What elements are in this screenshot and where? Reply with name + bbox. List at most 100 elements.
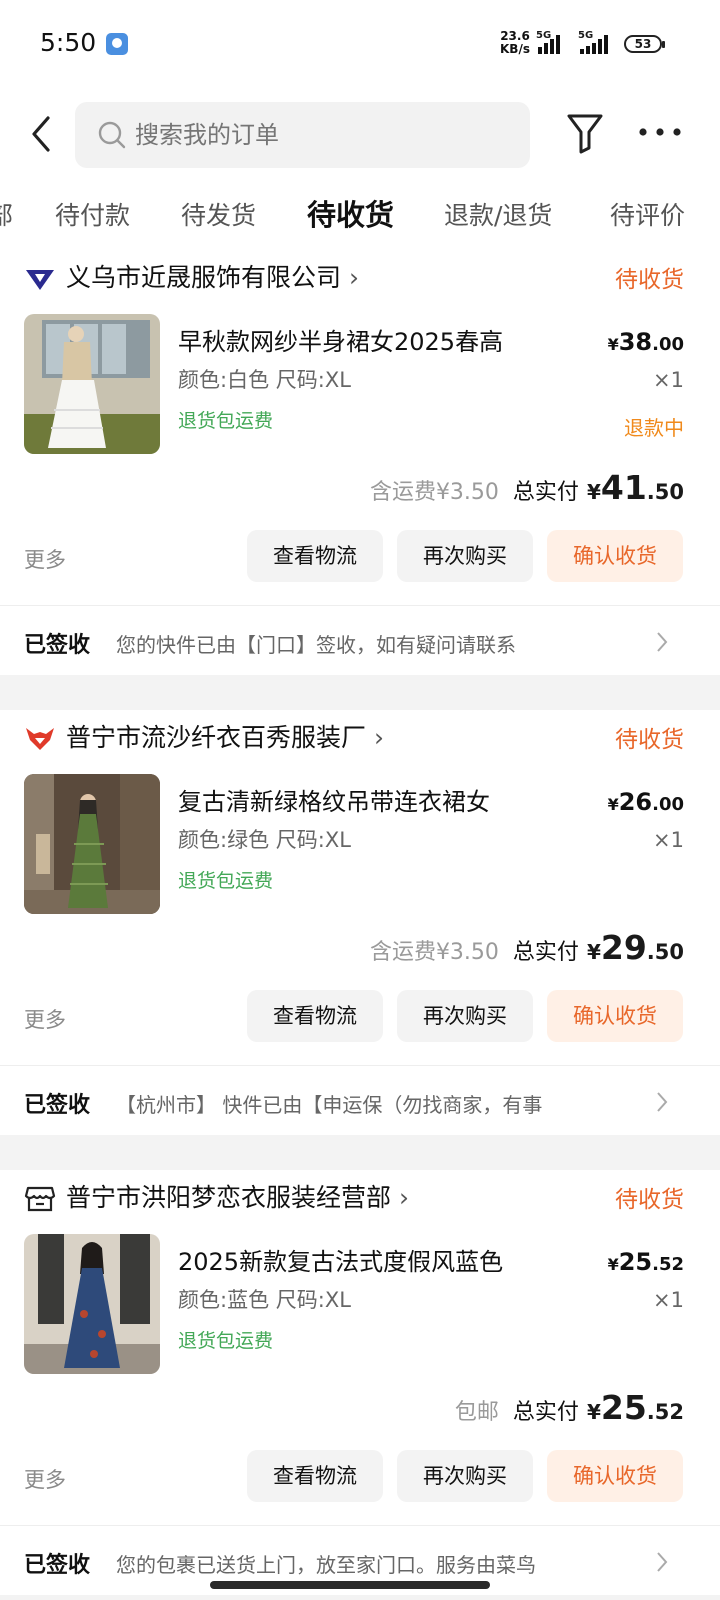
total-currency: ¥ (586, 1400, 601, 1424)
shop-name-text: 普宁市洪阳梦恋衣服装经营部 (66, 1183, 392, 1212)
more-link[interactable]: 更多 (24, 1464, 66, 1494)
quantity: ×1 (653, 368, 684, 392)
price-decimal: .00 (652, 334, 684, 355)
search-input[interactable] (135, 102, 515, 168)
return-shipping-badge: 退货包运费 (178, 870, 274, 892)
product-spec: 颜色:白色 尺码:XL (178, 368, 351, 392)
price-currency: ¥ (607, 1255, 619, 1274)
total-label: 总实付 (512, 1400, 579, 1425)
confirm-receipt-button[interactable]: 确认收货 (547, 1450, 683, 1502)
unit-price: ¥38.00 (608, 328, 684, 356)
search-icon (98, 121, 126, 149)
network-speed-unit: KB/s (500, 42, 530, 56)
product-title[interactable]: 2025新款复古法式度假风蓝色 (178, 1242, 503, 1277)
shop-name-text: 普宁市流沙纤衣百秀服装厂 (66, 723, 367, 752)
logistics-status: 已签收 (24, 1093, 91, 1118)
return-shipping-badge: 退货包运费 (178, 1330, 274, 1352)
buy-again-button[interactable]: 再次购买 (397, 530, 533, 582)
price-decimal: .52 (652, 1254, 684, 1275)
price-currency: ¥ (607, 795, 619, 814)
shipping-fee: 含运费¥3.50 (369, 480, 499, 505)
unit-price: ¥25.52 (608, 1248, 684, 1276)
total-integer: 29 (600, 928, 647, 967)
logistics-row[interactable]: 已签收 【杭州市】 快件已由【申运保（勿找商家，有事 (0, 1065, 720, 1135)
logistics-message: 【杭州市】 快件已由【申运保（勿找商家，有事 (116, 1093, 543, 1117)
view-logistics-button[interactable]: 查看物流 (247, 530, 383, 582)
total-row: 包邮 总实付 ¥ 25 .52 (455, 1388, 684, 1427)
chevron-right-icon: › (348, 263, 359, 292)
buy-again-button[interactable]: 再次购买 (397, 990, 533, 1042)
order-status: 待收货 (615, 727, 684, 753)
product-title[interactable]: 复古清新绿格纹吊带连衣裙女 (178, 782, 490, 817)
shop-name: 普宁市洪阳梦恋衣服装经营部 › (66, 1178, 409, 1214)
signal-icon-2: 5G (578, 30, 608, 54)
tab-pending-shipment[interactable]: 待发货 (181, 196, 256, 232)
status-time: 5:50 (40, 28, 97, 57)
chevron-right-icon (657, 1092, 668, 1112)
logistics-message: 您的包裹已送货上门，放至家门口。服务由菜鸟 (116, 1553, 536, 1577)
confirm-receipt-button[interactable]: 确认收货 (547, 530, 683, 582)
total-row: 含运费¥3.50 总实付 ¥ 41 .50 (370, 468, 684, 507)
more-link[interactable]: 更多 (24, 1004, 66, 1034)
logistics-status: 已签收 (24, 633, 91, 658)
tab-pending-review[interactable]: 待评价 (610, 196, 685, 232)
tab-refund-return[interactable]: 退款/退货 (444, 196, 552, 232)
return-shipping-badge: 退货包运费 (178, 410, 274, 432)
total-label: 总实付 (512, 480, 579, 505)
more-options-icon[interactable] (638, 126, 682, 138)
tab-all[interactable]: 部 (0, 196, 13, 232)
chevron-right-icon: › (373, 723, 384, 752)
chevron-right-icon (657, 632, 668, 652)
shipping-fee: 包邮 (454, 1400, 499, 1425)
search-box[interactable] (75, 102, 530, 168)
product-thumbnail[interactable] (24, 1234, 160, 1374)
home-indicator[interactable] (210, 1581, 490, 1589)
product-thumbnail[interactable] (24, 314, 160, 454)
unit-price: ¥26.00 (608, 788, 684, 816)
shop-name: 义乌市近晟服饰有限公司 › (66, 258, 359, 294)
total-integer: 25 (600, 1388, 647, 1427)
chevron-right-icon (657, 1552, 668, 1572)
order-status: 待收货 (615, 267, 684, 293)
more-link[interactable]: 更多 (24, 544, 66, 574)
network-type-1: 5G (536, 30, 552, 41)
tab-pending-receipt[interactable]: 待收货 (307, 192, 394, 234)
shop-name-text: 义乌市近晟服饰有限公司 (66, 263, 342, 292)
total-decimal: .50 (646, 940, 684, 964)
quantity: ×1 (653, 1288, 684, 1312)
product-title[interactable]: 早秋款网纱半身裙女2025春高 (178, 322, 503, 357)
back-arrow-icon[interactable] (28, 114, 58, 154)
network-speed: 23.6 KB/s (500, 30, 530, 56)
buy-again-button[interactable]: 再次购买 (397, 1450, 533, 1502)
shop-row[interactable]: 普宁市洪阳梦恋衣服装经营部 › 待收货 (0, 1170, 720, 1226)
chevron-right-icon: › (398, 1183, 409, 1212)
view-logistics-button[interactable]: 查看物流 (247, 1450, 383, 1502)
store-icon (24, 1186, 56, 1212)
total-integer: 41 (600, 468, 647, 507)
price-decimal: .00 (652, 794, 684, 815)
filter-icon[interactable] (566, 112, 604, 154)
shipping-fee: 含运费¥3.50 (369, 940, 499, 965)
confirm-receipt-button[interactable]: 确认收货 (547, 990, 683, 1042)
order-tabs: 部 待付款 待发货 待收货 退款/退货 待评价 (0, 180, 720, 250)
tab-pending-payment[interactable]: 待付款 (55, 196, 130, 232)
shop-row[interactable]: 义乌市近晟服饰有限公司 › 待收货 (0, 250, 720, 306)
total-decimal: .52 (646, 1400, 684, 1424)
product-thumbnail[interactable] (24, 774, 160, 914)
product-spec: 颜色:绿色 尺码:XL (178, 828, 351, 852)
shop-row[interactable]: 普宁市流沙纤衣百秀服装厂 › 待收货 (0, 710, 720, 766)
logistics-row[interactable]: 已签收 您的快件已由【门口】签收，如有疑问请联系 (0, 605, 720, 675)
view-logistics-button[interactable]: 查看物流 (247, 990, 383, 1042)
order-status: 待收货 (615, 1187, 684, 1213)
total-decimal: .50 (646, 480, 684, 504)
quantity: ×1 (653, 828, 684, 852)
order-card: 义乌市近晟服饰有限公司 › 待收货 早秋款网纱半身裙女2025春高 颜色:白色 … (0, 250, 720, 605)
order-card: 普宁市洪阳梦恋衣服装经营部 › 待收货 2025新款复古法式度假风蓝色 颜色:蓝… (0, 1170, 720, 1525)
total-label: 总实付 (512, 940, 579, 965)
app-notification-icon (106, 33, 128, 55)
price-currency: ¥ (607, 335, 619, 354)
battery-icon: 53 (624, 35, 665, 53)
order-card: 普宁市流沙纤衣百秀服装厂 › 待收货 复古清新绿格纹吊带连衣裙女 颜色:绿色 尺… (0, 710, 720, 1065)
status-bar: 5:50 23.6 KB/s 5G 5G 53 (0, 0, 720, 90)
price-integer: 26 (618, 788, 653, 816)
